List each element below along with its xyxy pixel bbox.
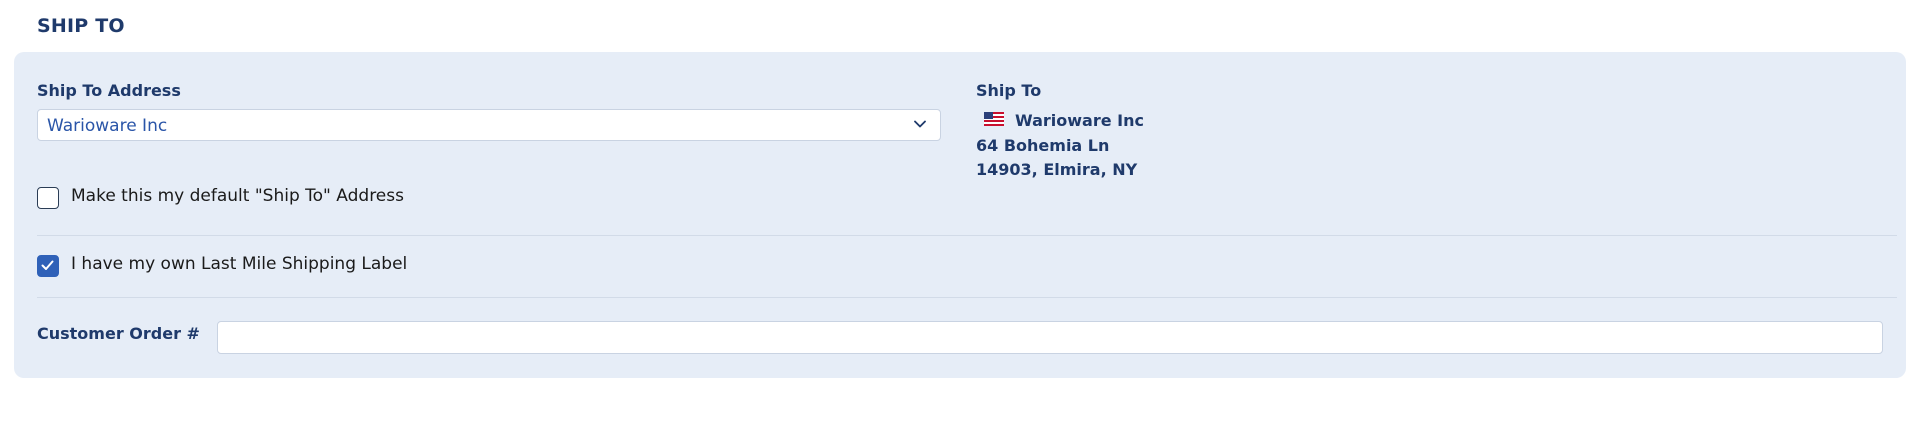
ship-to-address-label: Ship To Address	[37, 81, 181, 100]
ship-to-street: 64 Bohemia Ln	[976, 136, 1110, 155]
checkmark-icon	[41, 260, 54, 270]
ship-to-address-selected-value: Warioware Inc	[47, 116, 168, 136]
section-title: SHIP TO	[37, 15, 125, 37]
us-flag-icon	[984, 112, 1004, 126]
divider	[37, 297, 1897, 298]
ship-to-page: SHIP TO Ship To Address Warioware Inc Sh…	[0, 0, 1920, 424]
last-mile-label-checkbox[interactable]	[37, 255, 59, 277]
ship-to-panel: Ship To Address Warioware Inc Ship To Wa…	[14, 52, 1906, 378]
customer-order-input[interactable]	[217, 321, 1883, 354]
chevron-down-icon	[914, 120, 926, 128]
ship-to-name: Warioware Inc	[1015, 111, 1144, 130]
ship-to-city-line: 14903, Elmira, NY	[976, 160, 1138, 179]
customer-order-label: Customer Order #	[37, 324, 200, 343]
ship-to-display-label: Ship To	[976, 81, 1042, 100]
last-mile-label-text: I have my own Last Mile Shipping Label	[71, 254, 408, 274]
default-address-checkbox[interactable]	[37, 187, 59, 209]
ship-to-address-select[interactable]: Warioware Inc	[37, 109, 941, 141]
divider	[37, 235, 1897, 236]
default-address-label: Make this my default "Ship To" Address	[71, 186, 404, 206]
